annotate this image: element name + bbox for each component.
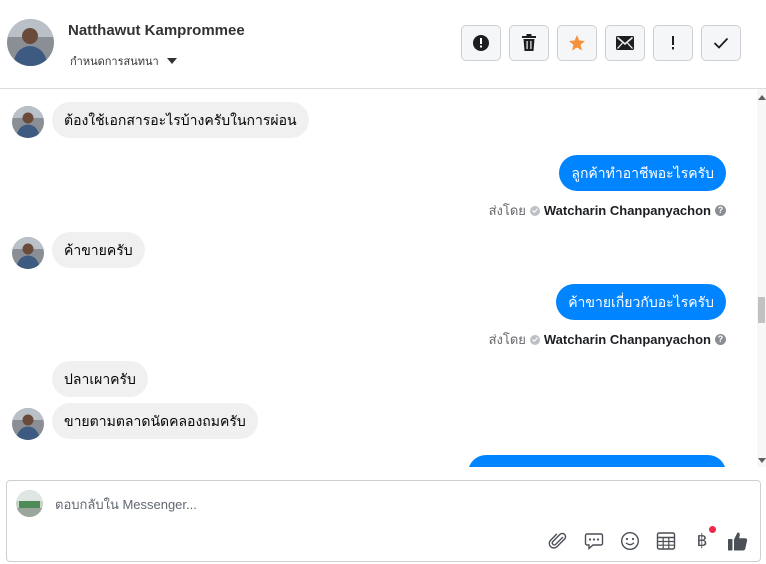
sent-by-label: ส่งโดย [488, 332, 526, 347]
avatar [12, 237, 44, 269]
avatar [12, 408, 44, 440]
scroll-up-arrow-icon[interactable] [758, 95, 766, 100]
smiley-icon [620, 531, 640, 551]
star-icon [569, 35, 585, 51]
caret-down-icon [166, 58, 177, 64]
baht-icon: ฿ [696, 531, 708, 551]
alert-circle-icon [473, 35, 489, 51]
mark-unread-button[interactable] [605, 25, 645, 61]
star-button[interactable] [557, 25, 597, 61]
message-list[interactable]: ต้องใช้เอกสารอะไรบ้างครับในการผ่อน ลูกค้… [0, 89, 757, 467]
sent-by-info: ส่งโดย Watcharin Chanpanyachon ? [489, 329, 726, 350]
incoming-message[interactable]: ปลาเผาครับ [52, 361, 148, 397]
delete-button[interactable] [509, 25, 549, 61]
header-actions [461, 25, 741, 61]
trash-icon [522, 34, 536, 51]
conversation-options-label: กำหนดการสนทนา [70, 56, 159, 68]
outgoing-message-partial[interactable] [468, 455, 726, 467]
sender-name[interactable]: Watcharin Chanpanyachon [544, 332, 711, 347]
report-button[interactable] [461, 25, 501, 61]
attach-button[interactable] [546, 529, 570, 553]
contact-name[interactable]: Natthawut Kamprommee [68, 22, 245, 39]
table-icon [656, 532, 676, 550]
sent-by-info: ส่งโดย Watcharin Chanpanyachon ? [489, 200, 726, 221]
paperclip-icon [548, 532, 567, 549]
help-icon[interactable]: ? [715, 334, 726, 345]
conversation-header: Natthawut Kamprommee กำหนดการสนทนา [0, 0, 766, 89]
sender-name[interactable]: Watcharin Chanpanyachon [544, 203, 711, 218]
appointment-button[interactable] [654, 529, 678, 553]
outgoing-message[interactable]: ค้าขายเกี่ยวกับอะไรครับ [556, 284, 726, 320]
scroll-thumb[interactable] [758, 297, 765, 323]
exclamation-icon [672, 36, 674, 50]
avatar [12, 106, 44, 138]
check-icon [713, 37, 729, 49]
verified-icon [529, 334, 540, 345]
help-icon[interactable]: ? [715, 205, 726, 216]
incoming-message[interactable]: ต้องใช้เอกสารอะไรบ้างครับในการผ่อน [52, 102, 309, 138]
reply-composer: ฿ [6, 480, 761, 562]
payment-button[interactable]: ฿ [690, 526, 716, 553]
emoji-button[interactable] [618, 529, 642, 553]
saved-replies-button[interactable] [582, 529, 606, 553]
scroll-down-arrow-icon[interactable] [758, 458, 766, 463]
outgoing-message[interactable]: ลูกค้าทำอาชีพอะไรครับ [559, 155, 726, 191]
verified-icon [529, 205, 540, 216]
mark-done-button[interactable] [701, 25, 741, 61]
chat-bubble-icon [584, 533, 604, 551]
avatar [16, 490, 43, 517]
envelope-icon [616, 36, 634, 50]
avatar[interactable] [7, 19, 54, 66]
composer-tools: ฿ [546, 526, 750, 553]
message-scrollbar[interactable] [757, 89, 766, 467]
thumbs-up-icon [728, 532, 748, 551]
reply-input[interactable] [55, 494, 655, 514]
follow-up-button[interactable] [653, 25, 693, 61]
sent-by-label: ส่งโดย [488, 203, 526, 218]
incoming-message[interactable]: ขายตามตลาดนัดคลองถมครับ [52, 403, 258, 439]
send-like-button[interactable] [726, 529, 750, 553]
incoming-message[interactable]: ค้าขายครับ [52, 232, 145, 268]
conversation-options-dropdown[interactable]: กำหนดการสนทนา [70, 52, 177, 70]
notification-dot [709, 526, 716, 533]
